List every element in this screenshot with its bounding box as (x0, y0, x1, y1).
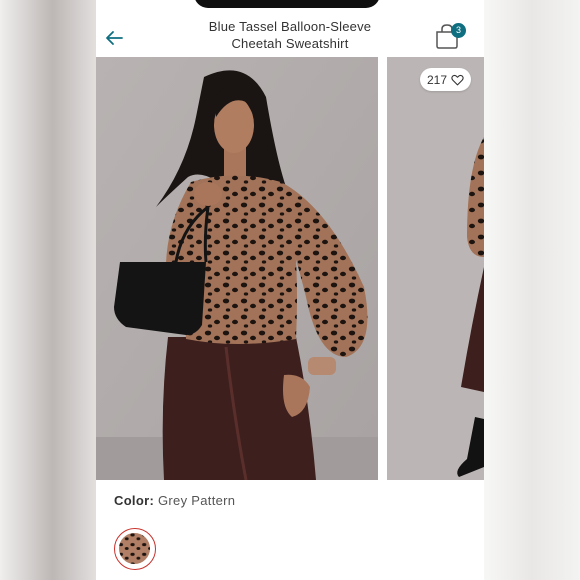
heart-outline-icon (451, 74, 464, 85)
favorite-button[interactable]: 217 (420, 68, 471, 91)
color-swatch-grey-pattern[interactable] (114, 528, 156, 570)
product-image-gallery[interactable] (96, 57, 484, 480)
product-photo-next[interactable] (387, 57, 484, 480)
product-photo-main[interactable] (96, 57, 378, 480)
color-label: Color: (114, 493, 155, 508)
color-selection: Color: Grey Pattern (114, 493, 235, 508)
leopard-swatch (118, 532, 151, 565)
shopping-bag-button[interactable]: 3 (434, 22, 470, 52)
background-right (484, 0, 580, 580)
color-value: Grey Pattern (158, 493, 236, 508)
favorite-count: 217 (426, 72, 448, 87)
model-photo (96, 57, 378, 480)
device-notch (194, 0, 380, 8)
phone-screen: Blue Tassel Balloon-Sleeve Cheetah Sweat… (96, 0, 484, 580)
arrow-left-icon (106, 31, 123, 45)
product-title: Blue Tassel Balloon-Sleeve Cheetah Sweat… (208, 19, 372, 51)
background-left (0, 0, 96, 580)
bag-count-badge: 3 (451, 23, 466, 38)
model-photo-partial (387, 57, 484, 480)
back-button[interactable] (102, 26, 126, 50)
